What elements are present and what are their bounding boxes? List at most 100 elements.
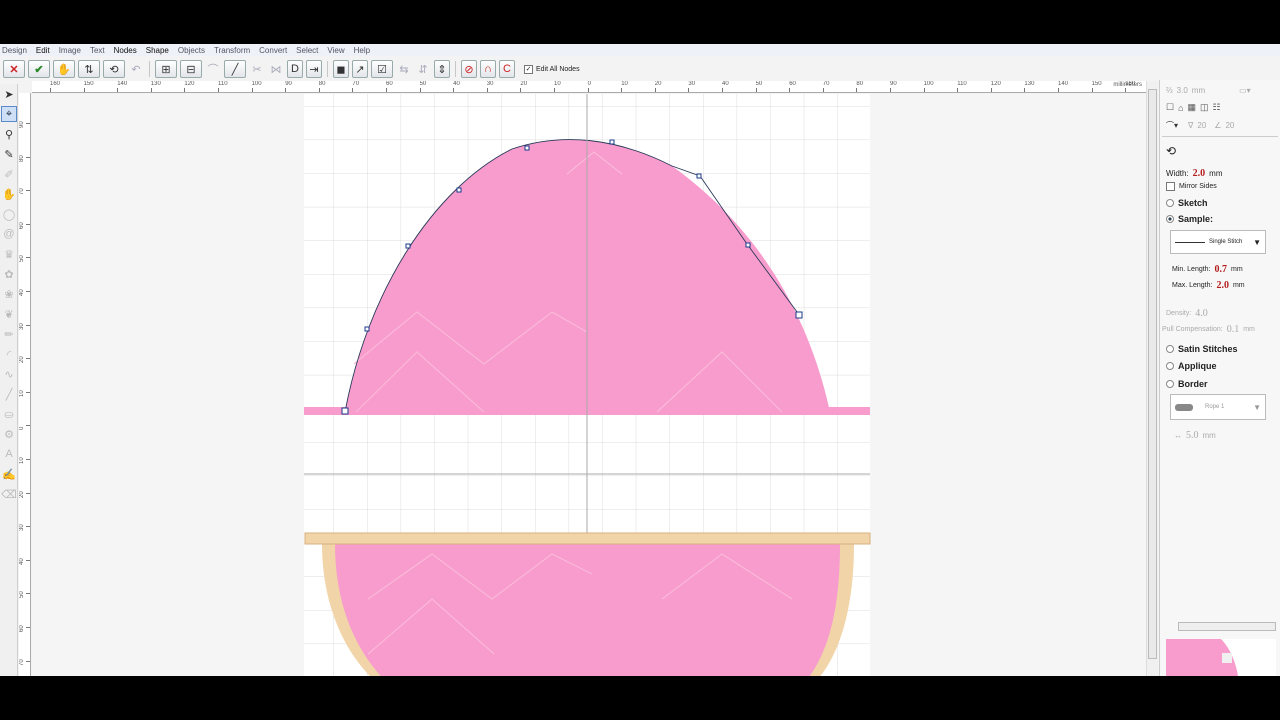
menu-help[interactable]: Help — [354, 46, 370, 55]
cancel-button[interactable]: ✕ — [3, 60, 25, 78]
swirl-tool[interactable]: ✿ — [1, 266, 17, 282]
width-value[interactable]: 2.0 — [1193, 168, 1206, 179]
line-tool-button[interactable]: ╱ — [224, 60, 246, 78]
hand-edit-button[interactable]: ✋ — [53, 60, 75, 78]
sample-option[interactable]: Sample: — [1166, 214, 1213, 224]
square-node-button[interactable]: ◼ — [333, 60, 349, 78]
nodes-order-button[interactable]: ⇅ — [78, 60, 100, 78]
panel-horizontal-scrollbar[interactable] — [1178, 622, 1276, 631]
menu-design[interactable]: Design — [2, 46, 27, 55]
menu-convert[interactable]: Convert — [259, 46, 287, 55]
brush-tool[interactable]: ✍ — [1, 466, 17, 482]
align-nodes-button[interactable]: ⇕ — [434, 60, 450, 78]
border-radio[interactable] — [1166, 380, 1174, 388]
sketch-radio[interactable] — [1166, 199, 1174, 207]
satin-option[interactable]: Satin Stitches — [1166, 344, 1238, 354]
ruler-tick-label: 50 — [419, 81, 427, 92]
crest-tool[interactable]: ♛ — [1, 246, 17, 262]
flower-tool[interactable]: ❀ — [1, 286, 17, 302]
ok-button[interactable]: ✔ — [28, 60, 50, 78]
border-option[interactable]: Border — [1166, 379, 1208, 389]
menu-objects[interactable]: Objects — [178, 46, 205, 55]
edit-all-nodes-toggle[interactable]: ✓ Edit All Nodes — [524, 64, 580, 74]
node-handle-selected[interactable] — [795, 311, 803, 319]
paint-tool[interactable]: ✎ — [1, 146, 17, 162]
curve-tool-button[interactable]: ⌒ — [205, 60, 221, 78]
leaf-tool[interactable]: ❦ — [1, 306, 17, 322]
reshape-button[interactable]: ⟲ — [103, 60, 125, 78]
applique-radio[interactable] — [1166, 362, 1174, 370]
pencil-tool[interactable]: ✏ — [1, 326, 17, 342]
node-handle[interactable] — [405, 243, 411, 249]
corner-node-button[interactable]: C — [499, 60, 515, 78]
menu-image[interactable]: Image — [59, 46, 81, 55]
add-node-button[interactable]: ⊞ — [155, 60, 177, 78]
node-handle[interactable] — [696, 173, 702, 179]
bucket-tool[interactable]: ⛀ — [1, 406, 17, 422]
node-handle[interactable] — [341, 407, 349, 415]
check-shape-button[interactable]: ☑ — [371, 60, 393, 78]
menu-view[interactable]: View — [327, 46, 344, 55]
scroll-thumb[interactable] — [1148, 89, 1157, 659]
layers-icon[interactable]: ◫ — [1200, 102, 1209, 113]
flip-v-button[interactable]: ⇵ — [415, 60, 431, 78]
grid-type-icon[interactable]: ▦ — [1188, 102, 1197, 113]
stitch-type-dropdown[interactable]: Single Stitch ▼ — [1170, 230, 1266, 254]
node-edit-tool[interactable]: ⌖ — [1, 106, 17, 122]
select-arrow-tool[interactable]: ➤ — [1, 86, 17, 102]
design-svg[interactable] — [32, 94, 1146, 676]
start-node-button[interactable]: D — [287, 60, 303, 78]
menu-nodes[interactable]: Nodes — [114, 46, 137, 55]
satin-radio[interactable] — [1166, 345, 1174, 353]
delete-node-button[interactable]: ⊟ — [180, 60, 202, 78]
sliders-icon[interactable]: ☷ — [1213, 102, 1221, 113]
join-node-button[interactable]: ⋈ — [268, 60, 284, 78]
node-handle[interactable] — [456, 187, 462, 193]
text-tool[interactable]: A — [1, 446, 17, 462]
min-length-value[interactable]: 0.7 — [1215, 264, 1228, 275]
menu-shape[interactable]: Shape — [146, 46, 169, 55]
curve-select-icon[interactable]: ⌒▾ — [1166, 120, 1178, 131]
node-handle[interactable] — [524, 145, 530, 151]
node-handle[interactable] — [364, 326, 370, 332]
flip-h-button[interactable]: ⇆ — [396, 60, 412, 78]
menu-select[interactable]: Select — [296, 46, 318, 55]
menu-transform[interactable]: Transform — [214, 46, 250, 55]
mirror-sides-row[interactable]: Mirror Sides — [1166, 182, 1217, 191]
outline-type-icon[interactable]: ⌂ — [1178, 103, 1183, 113]
break-node-button[interactable]: ✂ — [249, 60, 265, 78]
angle2-icon: ∠ — [1214, 121, 1222, 130]
max-length-value[interactable]: 2.0 — [1216, 280, 1229, 291]
spiral-tool[interactable]: @ — [1, 226, 17, 242]
satin-node-button[interactable]: ⊘ — [461, 60, 477, 78]
line-segment-tool[interactable]: ╱ — [1, 386, 17, 402]
node-handle[interactable] — [745, 242, 751, 248]
menu-text[interactable]: Text — [90, 46, 105, 55]
egg-bottom-fill[interactable] — [335, 544, 840, 676]
arc-tool[interactable]: ◜ — [1, 346, 17, 362]
fill-type-icon[interactable]: ☐ — [1166, 102, 1174, 113]
sample-radio[interactable] — [1166, 215, 1174, 223]
eraser-tool[interactable]: ⌫ — [1, 486, 17, 502]
node-handle[interactable] — [609, 139, 615, 145]
undo-reshape-button[interactable]: ↶ — [128, 60, 144, 78]
edit-all-nodes-checkbox[interactable]: ✓ — [524, 64, 533, 74]
applique-option[interactable]: Applique — [1166, 361, 1217, 371]
border-type-dropdown[interactable]: Rope 1 ▼ — [1170, 394, 1266, 420]
circle-tool[interactable]: ◯ — [1, 206, 17, 222]
pen-tool[interactable]: ✐ — [1, 166, 17, 182]
sketch-option[interactable]: Sketch — [1166, 198, 1208, 208]
rotate-icon[interactable]: ⟲ — [1166, 144, 1176, 158]
tan-band[interactable] — [304, 532, 871, 545]
forward-node-button[interactable]: ⇥ — [306, 60, 322, 78]
smooth-node-button[interactable]: ↗ — [352, 60, 368, 78]
design-canvas[interactable] — [32, 94, 1146, 676]
wave-tool[interactable]: ∿ — [1, 366, 17, 382]
bezier-node-button[interactable]: ∩ — [480, 60, 496, 78]
hand-tool[interactable]: ✋ — [1, 186, 17, 202]
zoom-tool[interactable]: ⚲ — [1, 126, 17, 142]
mirror-sides-checkbox[interactable] — [1166, 182, 1175, 191]
menu-edit[interactable]: Edit — [36, 46, 50, 55]
settings-tool[interactable]: ⚙ — [1, 426, 17, 442]
vertical-scrollbar[interactable] — [1146, 81, 1158, 676]
